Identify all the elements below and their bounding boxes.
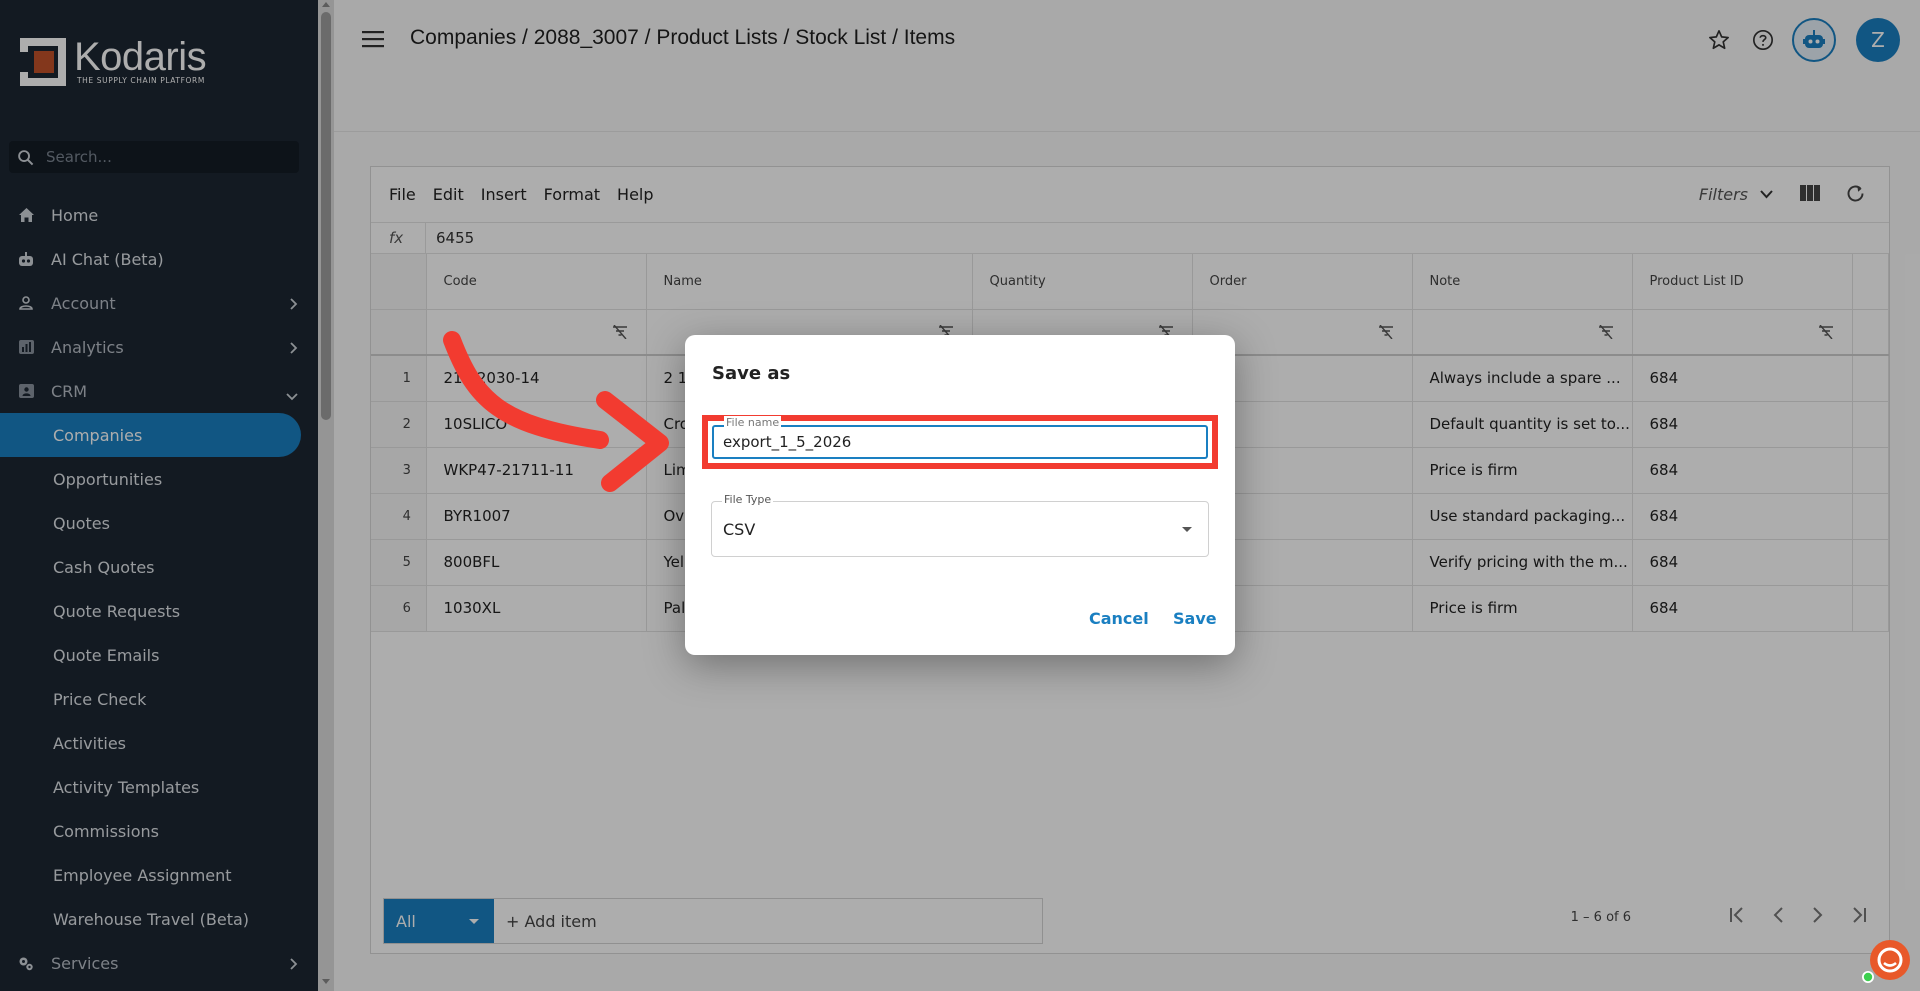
file-name-input[interactable] bbox=[723, 433, 1193, 451]
highlight-box: File name bbox=[702, 415, 1218, 469]
file-type-select[interactable]: File Type CSV bbox=[711, 493, 1209, 557]
file-name-label: File name bbox=[724, 416, 782, 429]
dialog-title: Save as bbox=[712, 363, 791, 384]
chat-support-icon[interactable] bbox=[1860, 934, 1910, 984]
save-button[interactable]: Save bbox=[1173, 609, 1217, 628]
cancel-button[interactable]: Cancel bbox=[1089, 609, 1149, 628]
file-name-field[interactable]: File name bbox=[712, 416, 1208, 459]
save-as-dialog: Save as File name File Type CSV Cancel S… bbox=[685, 335, 1235, 655]
file-type-label: File Type bbox=[722, 493, 774, 506]
caret-down-icon bbox=[1182, 527, 1192, 532]
file-type-value: CSV bbox=[723, 520, 756, 539]
